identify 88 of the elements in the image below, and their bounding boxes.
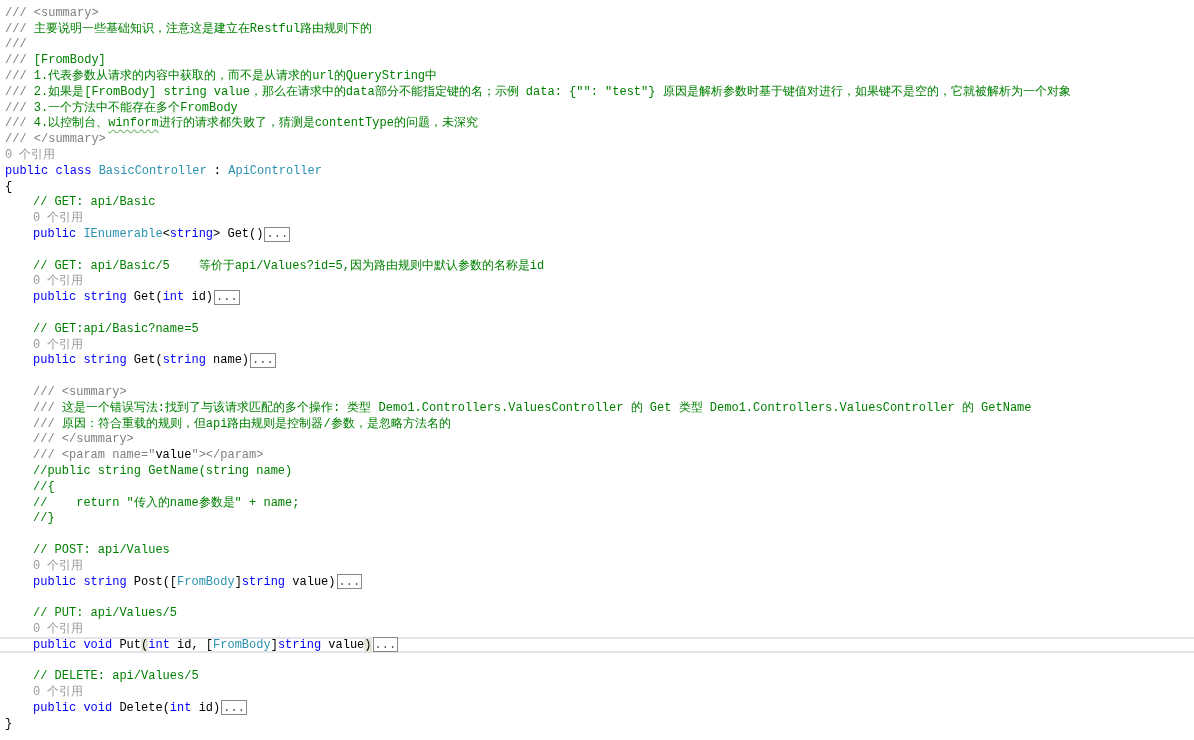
code-text: id, [ [176, 637, 214, 652]
keyword: int [169, 700, 192, 715]
code-text: Get( [133, 290, 163, 305]
code-text: ( [141, 637, 149, 652]
type-name: ApiController [228, 163, 322, 178]
code-text: > Get() [213, 227, 264, 242]
comment: // return "传入的name参数是" + name; [33, 495, 300, 510]
comment: // POST: api/Values [33, 543, 170, 557]
comment: // PUT: api/Values/5 [33, 606, 178, 621]
doc-comment: /// [5, 84, 28, 99]
collapsed-code-button[interactable]: ... [250, 352, 276, 368]
reference-count[interactable]: 0 个引用 [33, 211, 84, 226]
code-text: name) [212, 353, 250, 368]
keyword: public string [33, 353, 128, 368]
doc-comment: /// </summary> [5, 132, 106, 147]
comment: 2.如果是[FromBody] string value，那么在请求中的data部分不能指定键的名；示例 data: {"": "test"} 原因是解析参数时基于键值对进行，如果键不是空的，它就被解析为一个对象 [33, 84, 1071, 99]
code-text: ) [364, 637, 372, 652]
doc-comment: /// <summary> [5, 5, 99, 20]
doc-comment: /// [33, 416, 56, 431]
comment: // GET: api/Basic/5 等价于api/Values?id=5,因为路由规则中默认参数的名称是id [33, 258, 545, 273]
code-text: ] [270, 637, 278, 652]
code-text: Delete( [119, 700, 170, 715]
doc-comment: /// [5, 69, 28, 84]
code-text: value) [291, 574, 336, 589]
doc-comment: /// [5, 53, 28, 68]
keyword: public class [5, 163, 93, 178]
doc-comment: /// </summary> [33, 432, 134, 447]
code-text: id) [190, 290, 214, 305]
code-text: Get( [133, 353, 163, 368]
code-text: Post([ [133, 574, 178, 589]
keyword: string [162, 353, 206, 368]
type-name: BasicController [98, 163, 207, 178]
doc-comment: "></param> [191, 448, 264, 463]
doc-comment: /// <param name=" [33, 448, 156, 463]
keyword: public [33, 227, 78, 242]
type-name: FromBody [213, 637, 271, 652]
keyword: string [241, 574, 286, 589]
type-name: IEnumerable [83, 227, 163, 242]
reference-count[interactable]: 0 个引用 [33, 274, 84, 289]
comment: 4.以控制台、 [33, 116, 109, 131]
code-text: Put [119, 637, 142, 652]
reference-count[interactable]: 0 个引用 [33, 685, 84, 700]
comment: //{ [33, 479, 55, 494]
reference-count[interactable]: 0 个引用 [5, 148, 56, 163]
doc-comment: /// [5, 116, 28, 131]
comment: 1.代表参数从请求的内容中获取的，而不是从请求的url的QueryString中 [33, 69, 438, 84]
keyword: string [169, 227, 214, 242]
comment: //} [33, 511, 55, 526]
keyword: int [162, 290, 185, 305]
collapsed-code-button[interactable]: ... [372, 637, 399, 653]
doc-comment: /// [33, 400, 56, 415]
code-text: < [162, 227, 170, 242]
collapsed-code-button[interactable]: ... [221, 700, 247, 716]
comment: 进行的请求都失败了，猜测是contentType的问题，未深究 [158, 116, 478, 131]
doc-comment: /// [5, 21, 28, 36]
code-text: value [155, 448, 192, 463]
comment: 3.一个方法中不能存在多个FromBody [33, 100, 238, 115]
comment: [FromBody] [33, 53, 106, 68]
keyword: public void [33, 637, 114, 652]
comment: // GET: api/Basic [33, 195, 156, 210]
reference-count[interactable]: 0 个引用 [33, 337, 84, 352]
type-name: FromBody [177, 574, 235, 589]
keyword: string [277, 637, 322, 652]
keyword: public void [33, 700, 114, 715]
keyword: int [148, 637, 170, 652]
code-text: { [5, 179, 13, 194]
code-text: id) [197, 700, 221, 715]
comment: // DELETE: api/Values/5 [33, 669, 199, 684]
comment: 这是一个错误写法:找到了与该请求匹配的多个操作: 类型 Demo1.Controllers.ValuesController 的 Get 类型 Demo1.Controllers.ValuesController 的 GetName [61, 400, 1032, 415]
comment: //public string GetName(string name) [33, 464, 293, 478]
keyword: public string [33, 574, 128, 589]
comment: 原因：符合重载的规则，但api路由规则是控制器/参数，是忽略方法名的 [61, 416, 451, 431]
comment: 主要说明一些基础知识，注意这是建立在Restful路由规则下的 [33, 21, 373, 36]
reference-count[interactable]: 0 个引用 [33, 558, 84, 573]
code-text: } [5, 716, 13, 731]
comment: winform [108, 116, 159, 131]
keyword: public string [33, 290, 128, 305]
reference-count[interactable]: 0 个引用 [33, 621, 84, 636]
code-text: : [212, 163, 223, 178]
doc-comment: /// <summary> [33, 385, 127, 399]
doc-comment: /// [5, 37, 27, 52]
comment: // GET:api/Basic?name=5 [33, 321, 199, 336]
collapsed-code-button[interactable]: ... [264, 226, 291, 242]
code-text: ] [234, 574, 242, 589]
code-text: value [327, 637, 365, 652]
collapsed-code-button[interactable]: ... [214, 289, 240, 305]
collapsed-code-button[interactable]: ... [336, 574, 363, 590]
doc-comment: /// [5, 100, 28, 115]
